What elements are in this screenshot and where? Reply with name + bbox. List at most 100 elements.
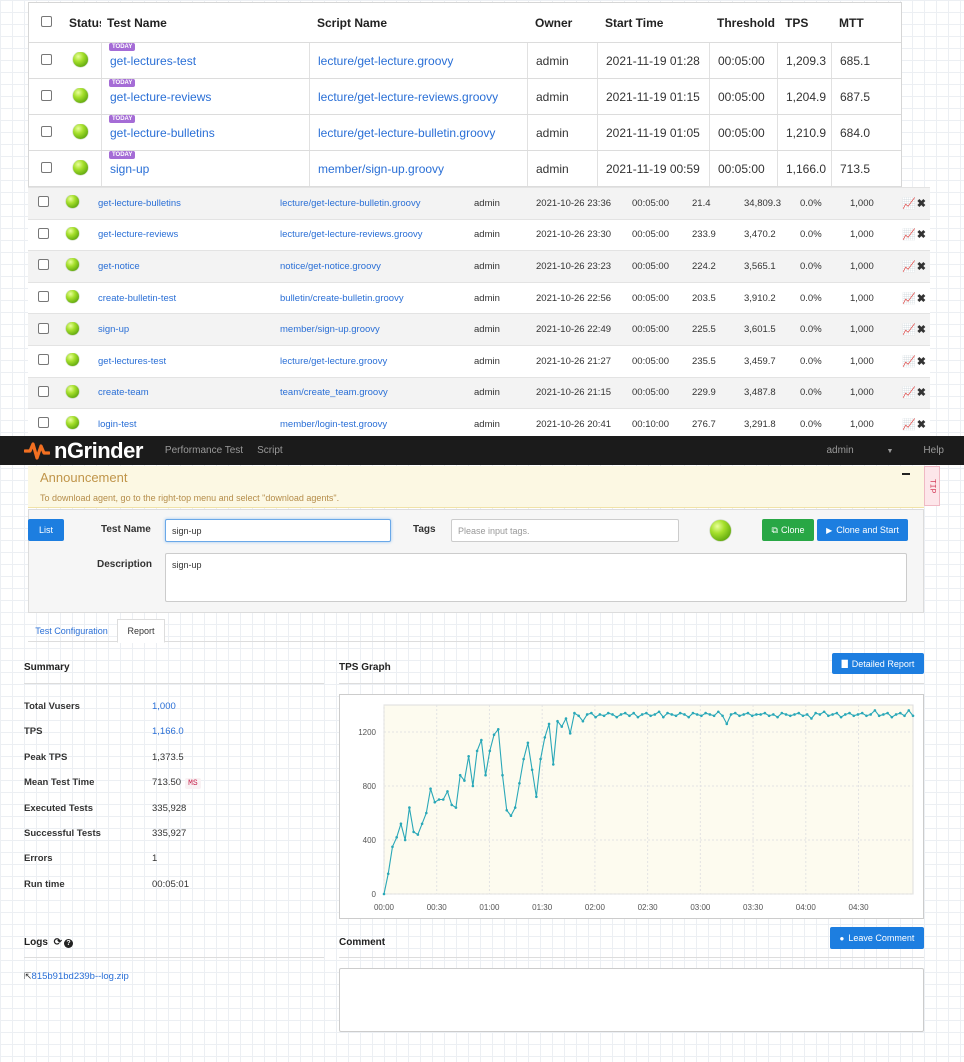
- logs-divider: [24, 957, 324, 958]
- status-ready-icon: [66, 353, 79, 367]
- history-table-row[interactable]: get-lectures-test lecture/get-lecture.gro…: [28, 344, 930, 377]
- row-checkbox[interactable]: [41, 89, 52, 101]
- history-table-row[interactable]: create-team team/create_team.groovy admin 2…: [28, 376, 930, 409]
- script-name-link[interactable]: notice/get-notice.groovy: [280, 261, 381, 272]
- test-name-link[interactable]: login-test: [98, 419, 137, 430]
- tab-report[interactable]: Report: [117, 619, 165, 643]
- row-checkbox[interactable]: [38, 259, 49, 271]
- header-mtt: MTT: [839, 15, 864, 30]
- brand-logo[interactable]: nGrinder: [24, 438, 143, 464]
- test-name-link[interactable]: get-lecture-reviews: [110, 90, 211, 104]
- script-name-link[interactable]: lecture/get-lecture-bulletin.groovy: [318, 126, 495, 140]
- row-checkbox[interactable]: [38, 196, 49, 208]
- owner-cell: admin: [474, 197, 500, 209]
- history-table-row[interactable]: get-lecture-reviews lecture/get-lecture-r…: [28, 218, 930, 251]
- chart-icon[interactable]: 📈: [902, 229, 917, 241]
- script-name-link[interactable]: lecture/get-lecture.groovy: [280, 356, 387, 367]
- delete-icon[interactable]: ✖: [917, 356, 927, 368]
- comment-textarea[interactable]: [339, 968, 924, 1032]
- tip-tab[interactable]: TIP: [924, 466, 940, 506]
- chart-icon[interactable]: 📈: [902, 387, 917, 399]
- top-table-row[interactable]: get-lecture-bulletins lecture/get-lecture…: [29, 115, 901, 151]
- test-name-link[interactable]: sign-up: [98, 324, 129, 335]
- nav-performance-test[interactable]: Performance Test: [165, 445, 243, 456]
- help-icon[interactable]: ?: [64, 939, 74, 948]
- chart-icon[interactable]: 📈: [902, 198, 917, 210]
- test-name-link[interactable]: create-bulletin-test: [98, 293, 176, 304]
- leave-comment-button[interactable]: ● Leave Comment: [830, 927, 924, 949]
- row-checkbox[interactable]: [38, 354, 49, 366]
- tps-data-point: [429, 787, 432, 790]
- history-table-row[interactable]: create-bulletin-test bulletin/create-bull…: [28, 281, 930, 314]
- row-checkbox[interactable]: [38, 227, 49, 239]
- row-checkbox[interactable]: [41, 161, 52, 173]
- status-ready-icon: [73, 87, 88, 103]
- threshold-cell: 00:10:00: [632, 418, 669, 430]
- list-button[interactable]: List: [28, 519, 64, 541]
- threshold-cell: 00:05:00: [632, 355, 669, 367]
- test-name-link[interactable]: sign-up: [110, 162, 149, 176]
- row-checkbox[interactable]: [41, 125, 52, 137]
- test-name-link[interactable]: get-notice: [98, 261, 140, 272]
- script-name-link[interactable]: lecture/get-lecture-reviews.groovy: [280, 229, 423, 240]
- script-name-link[interactable]: member/sign-up.groovy: [318, 162, 444, 176]
- header-start-time: Start Time: [605, 15, 664, 30]
- delete-icon[interactable]: ✖: [917, 293, 927, 305]
- row-checkbox[interactable]: [38, 417, 49, 429]
- test-name-link[interactable]: get-lecture-bulletins: [98, 198, 181, 209]
- top-table-row[interactable]: get-lecture-reviews lecture/get-lecture-r…: [29, 79, 901, 115]
- test-name-link[interactable]: create-team: [98, 387, 149, 398]
- description-textarea[interactable]: sign-up: [165, 553, 907, 602]
- clone-button[interactable]: ⧉ Clone: [762, 519, 814, 541]
- history-table-row[interactable]: get-notice notice/get-notice.groovy admin 2…: [28, 250, 930, 282]
- script-name-link[interactable]: lecture/get-lecture-reviews.groovy: [318, 90, 498, 104]
- chart-icon[interactable]: 📈: [902, 293, 917, 305]
- start-time-cell: 2021-10-26 23:36: [536, 197, 612, 209]
- test-name-link[interactable]: get-lecture-bulletins: [110, 126, 215, 140]
- refresh-icon[interactable]: ⟳: [54, 937, 62, 948]
- collapse-icon[interactable]: [902, 473, 910, 475]
- tab-test-configuration[interactable]: Test Configuration: [28, 619, 115, 642]
- log-file-link[interactable]: ⇱815b91bd239b--log.zip: [24, 971, 129, 982]
- script-name-link[interactable]: member/login-test.groovy: [280, 419, 387, 430]
- delete-icon[interactable]: ✖: [917, 261, 927, 273]
- test-name-link[interactable]: get-lectures-test: [110, 54, 196, 68]
- tps-data-point: [450, 803, 454, 807]
- nav-help[interactable]: Help: [923, 445, 944, 456]
- test-name-link[interactable]: get-lecture-reviews: [98, 229, 178, 240]
- test-name-link[interactable]: get-lectures-test: [98, 356, 166, 367]
- script-name-link[interactable]: team/create_team.groovy: [280, 387, 388, 398]
- row-checkbox[interactable]: [38, 385, 49, 397]
- chart-icon[interactable]: 📈: [902, 261, 917, 273]
- test-name-input[interactable]: sign-up: [165, 519, 391, 542]
- tps-data-point: [700, 714, 703, 718]
- delete-icon[interactable]: ✖: [917, 324, 927, 336]
- detailed-report-button[interactable]: ▇ Detailed Report: [832, 653, 924, 674]
- user-menu[interactable]: admin ▼: [826, 445, 893, 456]
- chart-icon[interactable]: 📈: [902, 356, 917, 368]
- delete-icon[interactable]: ✖: [917, 198, 927, 210]
- chart-icon[interactable]: 📈: [902, 324, 917, 336]
- tps-data-point: [780, 711, 784, 715]
- delete-icon[interactable]: ✖: [917, 387, 927, 399]
- row-checkbox[interactable]: [38, 322, 49, 334]
- row-checkbox[interactable]: [38, 291, 49, 303]
- summary-row: Successful Tests 335,927: [24, 828, 324, 842]
- nav-script[interactable]: Script: [257, 445, 283, 456]
- top-table-row[interactable]: get-lectures-test lecture/get-lecture.gro…: [29, 43, 901, 79]
- script-name-link[interactable]: bulletin/create-bulletin.groovy: [280, 293, 404, 304]
- history-table-row[interactable]: sign-up member/sign-up.groovy admin 2021-10…: [28, 313, 930, 345]
- top-table-row[interactable]: sign-up member/sign-up.groovy admin 2021-11…: [29, 151, 901, 187]
- script-name-link[interactable]: lecture/get-lecture.groovy: [318, 54, 453, 68]
- delete-icon[interactable]: ✖: [917, 229, 927, 241]
- clone-and-start-button[interactable]: ▶ Clone and Start: [817, 519, 908, 541]
- history-table-row[interactable]: get-lecture-bulletins lecture/get-lecture…: [28, 187, 930, 219]
- tags-input[interactable]: Please input tags.: [451, 519, 679, 542]
- row-checkbox[interactable]: [41, 53, 52, 65]
- select-all-checkbox[interactable]: [41, 15, 52, 27]
- history-table-row[interactable]: login-test member/login-test.groovy admin 2…: [28, 408, 930, 440]
- script-name-link[interactable]: member/sign-up.groovy: [280, 324, 380, 335]
- delete-icon[interactable]: ✖: [917, 419, 927, 431]
- script-name-link[interactable]: lecture/get-lecture-bulletin.groovy: [280, 198, 420, 209]
- chart-icon[interactable]: 📈: [902, 419, 917, 431]
